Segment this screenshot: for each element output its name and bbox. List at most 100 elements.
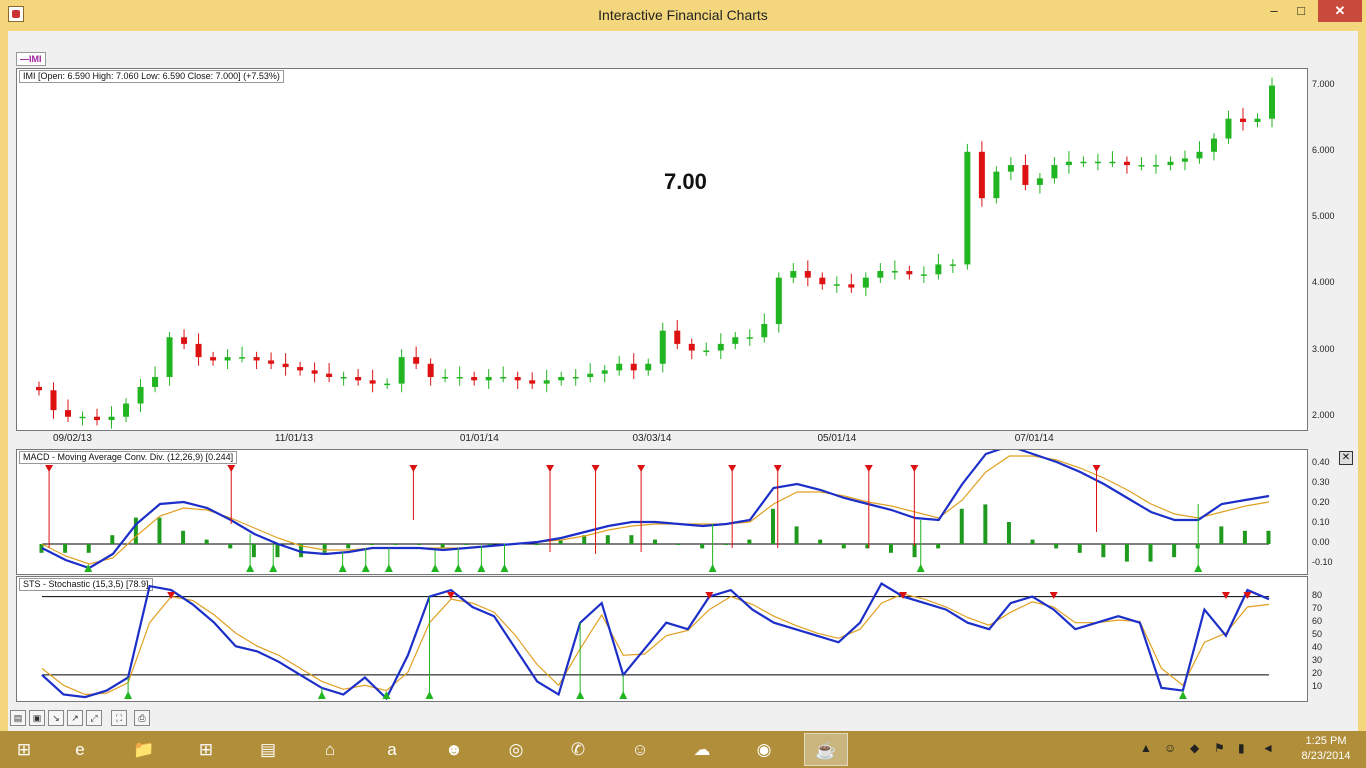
start-icon[interactable]: ⊞ xyxy=(2,733,46,766)
macd-histogram-bar xyxy=(110,535,115,544)
candle-body xyxy=(1181,158,1188,162)
price-chart-panel[interactable]: IMI [Open: 6.590 High: 7.060 Low: 6.590 … xyxy=(16,68,1308,431)
stochastic-panel[interactable]: STS - Stochastic (15,3,5) [78.9] xyxy=(16,576,1308,702)
zoom-in-icon[interactable]: ↘ xyxy=(48,710,64,726)
candle-body xyxy=(601,370,608,374)
volume-icon[interactable]: ◄ xyxy=(1262,741,1274,755)
candle-body xyxy=(108,416,115,421)
macd-histogram-bar xyxy=(1077,544,1082,553)
candle-body xyxy=(384,383,391,386)
title-bar[interactable]: Interactive Financial Charts – □ ✕ xyxy=(0,0,1366,30)
maximize-button[interactable]: □ xyxy=(1290,0,1312,22)
buy-signal-marker xyxy=(425,691,434,699)
macd-histogram-bar xyxy=(251,544,256,558)
candle-body xyxy=(1094,161,1101,164)
candle-body xyxy=(297,367,304,371)
store-icon[interactable]: ⊞ xyxy=(184,733,228,766)
sell-signal-marker xyxy=(637,465,646,472)
stochastic-y-tick: 60 xyxy=(1312,615,1323,626)
candle-body xyxy=(804,271,811,278)
macd-y-tick: 0.40 xyxy=(1312,457,1330,467)
firefox-icon[interactable]: ◎ xyxy=(494,733,538,766)
stochastic-y-tick: 10 xyxy=(1312,680,1323,691)
close-button[interactable]: ✕ xyxy=(1318,0,1362,22)
candle-body xyxy=(1138,165,1145,167)
macd-close-button[interactable]: ✕ xyxy=(1339,451,1353,465)
network-icon[interactable]: ▮ xyxy=(1238,741,1245,755)
zoom-out-icon[interactable]: ↗ xyxy=(67,710,83,726)
candle-body xyxy=(746,337,753,339)
chevron-up-icon[interactable]: ▲ xyxy=(1140,741,1152,755)
candle-body xyxy=(964,151,971,265)
macd-histogram-bar xyxy=(936,544,941,549)
zoom-reset-icon[interactable]: ⤢ xyxy=(86,710,102,726)
macd-histogram-bar xyxy=(417,544,422,545)
buy-signal-marker xyxy=(916,564,925,572)
price-candlestick-chart[interactable] xyxy=(17,69,1307,430)
macd-histogram-bar xyxy=(157,517,162,544)
sell-signal-marker xyxy=(227,465,236,472)
buy-signal-marker xyxy=(361,564,370,572)
macd-histogram-bar xyxy=(181,530,186,544)
open-icon[interactable]: ▤ xyxy=(10,710,26,726)
buy-signal-marker xyxy=(246,564,255,572)
candle-body xyxy=(282,363,289,368)
mask-icon[interactable]: ☻ xyxy=(432,733,476,766)
macd-histogram-bar xyxy=(653,539,657,544)
candle-body xyxy=(1269,85,1275,119)
price-y-tick: 5.000 xyxy=(1312,211,1335,222)
candle-body xyxy=(1036,178,1043,185)
notes-icon[interactable]: ▤ xyxy=(246,733,290,766)
candle-body xyxy=(355,377,362,381)
macd-chart[interactable] xyxy=(17,450,1307,574)
sell-signal-marker xyxy=(773,465,782,472)
candle-body xyxy=(1109,161,1116,164)
stochastic-chart[interactable] xyxy=(17,577,1307,701)
symbol-legend-tag[interactable]: —IMI xyxy=(16,52,46,66)
mcafee-icon[interactable]: ◆ xyxy=(1190,741,1199,755)
window-title: Interactive Financial Charts xyxy=(598,7,768,23)
cloud-icon[interactable]: ☁ xyxy=(680,733,724,766)
candle-body xyxy=(1065,161,1072,166)
candle-body xyxy=(1152,165,1159,167)
macd-histogram-bar xyxy=(959,508,964,544)
save-icon[interactable]: ▣ xyxy=(29,710,45,726)
macd-y-tick: 0.30 xyxy=(1312,477,1330,487)
macd-histogram-bar xyxy=(1030,539,1035,544)
viber-icon[interactable]: ✆ xyxy=(556,733,600,766)
flag-icon[interactable]: ⚑ xyxy=(1214,741,1225,755)
clock-date: 8/23/2014 xyxy=(1301,750,1351,762)
candle-body xyxy=(268,360,275,364)
taskbar-clock[interactable]: 1:25 PM 8/23/2014 xyxy=(1290,734,1362,764)
buy-signal-marker xyxy=(477,564,486,572)
candle-body xyxy=(775,277,782,325)
file-explorer-icon[interactable]: 📁 xyxy=(122,733,166,766)
sell-signal-marker xyxy=(447,592,455,599)
fit-icon[interactable]: ⛶ xyxy=(111,710,127,726)
buy-signal-marker xyxy=(454,564,463,572)
home-icon[interactable]: ⌂ xyxy=(308,733,352,766)
candle-body xyxy=(500,377,507,379)
java-icon[interactable]: ☕ xyxy=(804,733,848,766)
minimize-button[interactable]: – xyxy=(1263,0,1285,22)
yahoo-messenger-icon[interactable]: ☺ xyxy=(618,733,662,766)
chrome-icon[interactable]: ◉ xyxy=(742,733,786,766)
price-y-tick: 3.000 xyxy=(1312,343,1335,354)
amazon-icon[interactable]: a xyxy=(370,733,414,766)
candle-body xyxy=(978,151,985,199)
candle-body xyxy=(906,271,913,275)
mask-tray-icon[interactable]: ☺ xyxy=(1164,741,1176,755)
sell-signal-marker xyxy=(167,592,176,599)
candle-body xyxy=(65,410,72,417)
buy-signal-marker xyxy=(500,564,509,572)
candle-body xyxy=(993,171,1000,199)
sell-signal-marker xyxy=(45,465,54,472)
candle-body xyxy=(485,377,492,381)
macd-panel[interactable]: MACD - Moving Average Conv. Div. (12,26,… xyxy=(16,449,1308,575)
internet-explorer-icon[interactable]: e xyxy=(58,733,102,766)
clock-time: 1:25 PM xyxy=(1305,735,1347,747)
candle-body xyxy=(311,370,318,374)
candle-body xyxy=(1196,151,1203,159)
candle-body xyxy=(79,416,86,419)
print-icon[interactable]: ⎙ xyxy=(134,710,150,726)
